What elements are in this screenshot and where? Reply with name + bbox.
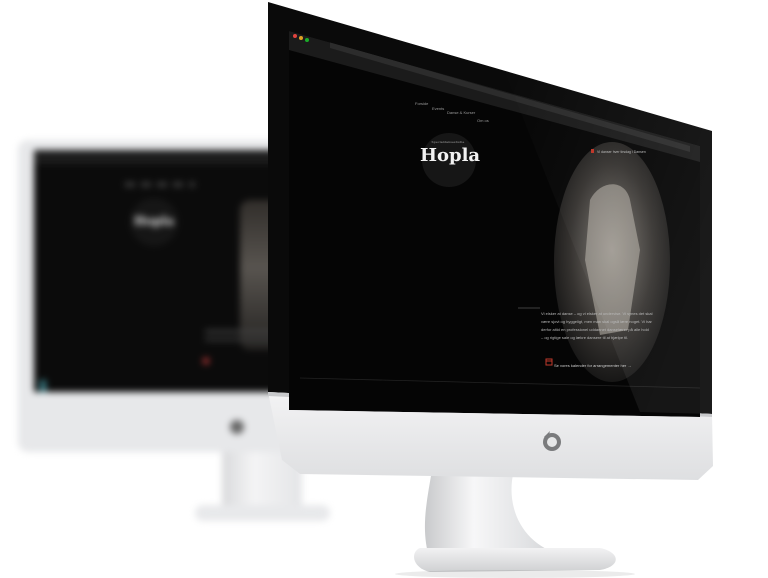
nav-link-forside[interactable]: Forside [415, 101, 428, 106]
nav-link-om-os[interactable]: Om os [477, 118, 489, 123]
topbar-red-icon [591, 149, 594, 153]
body-text-line: Vi elsker at danse – og vi elsker at und… [541, 311, 653, 316]
nav-link-events[interactable]: Events [432, 106, 444, 111]
calendar-link[interactable]: Se vores kalender for arrangementer her … [554, 363, 631, 368]
front-monitor-stand-base [414, 548, 616, 572]
site-logo[interactable]: Hopla [420, 145, 480, 166]
maximize-icon [305, 38, 309, 42]
minimize-icon [299, 36, 303, 40]
front-monitor-body [268, 2, 713, 578]
body-text-line: være sjovt og hyggeligt, men man skal og… [541, 319, 652, 324]
body-text-line: derfor altid en professionel uddannet da… [541, 327, 649, 332]
topbar-notice[interactable]: Vi danser hver tirsdag i Dansen [597, 150, 646, 154]
close-icon [293, 34, 297, 38]
nav-link-danse-kurser[interactable]: Danse & Kurser [447, 110, 475, 115]
front-monitor-stand [424, 470, 565, 560]
site-tagline: Specialdansestudie [431, 140, 465, 144]
front-monitor: Forside Events Danse & Kurser Om os Spec… [0, 0, 768, 578]
body-text-line: – og rigtige sale og lækre dansere til a… [541, 335, 629, 340]
